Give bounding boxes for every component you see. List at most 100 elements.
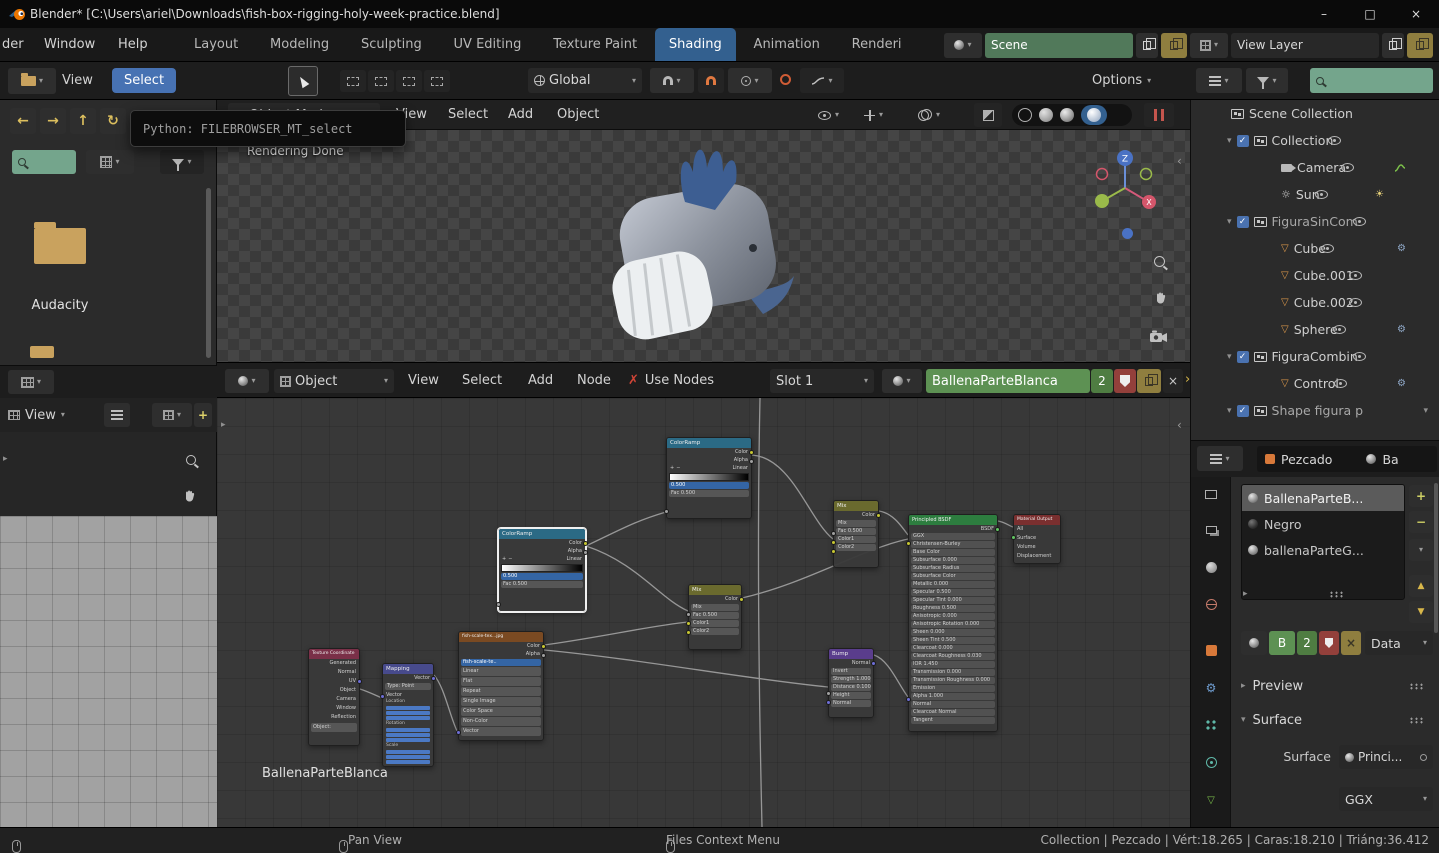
node-row[interactable]: Sheen 0.000 — [911, 629, 995, 636]
remove-stop-button[interactable]: − — [508, 555, 512, 563]
breadcrumb[interactable]: Pezcado Ba — [1257, 446, 1437, 472]
scrollbar[interactable] — [1434, 483, 1438, 633]
select-mode-new-button[interactable] — [340, 70, 366, 92]
node-row[interactable]: Vector — [461, 727, 541, 736]
hand-icon[interactable] — [182, 488, 198, 504]
node-row[interactable]: Window — [309, 704, 359, 713]
camera-view-dot[interactable] — [1122, 228, 1133, 239]
node-row[interactable]: GGX — [911, 533, 995, 540]
expand-caret-icon[interactable] — [1227, 136, 1232, 146]
outliner-row-cube-002[interactable]: Cube.002 — [1191, 289, 1439, 316]
expand-arrow-icon[interactable] — [221, 420, 226, 430]
browse-material-button[interactable] — [1241, 631, 1267, 655]
node-row[interactable]: Specular Tint 0.000 — [911, 597, 995, 604]
output-port[interactable] — [739, 597, 744, 602]
snap-toggle-button[interactable] — [698, 68, 724, 93]
new-scene-button[interactable] — [1136, 33, 1158, 58]
outliner-row-collection[interactable]: Collection — [1191, 127, 1439, 154]
node-row[interactable]: Alpha 1.000 — [911, 693, 995, 700]
input-port[interactable] — [664, 509, 669, 514]
node-bump[interactable]: Bump Normal InvertStrength 1.000Distance… — [828, 648, 874, 718]
folder-icon[interactable] — [30, 346, 54, 358]
camera-icon[interactable] — [1149, 330, 1169, 343]
transform-orientation-dropdown[interactable]: Global — [528, 68, 642, 93]
fac-input[interactable]: Fac 0.500 — [501, 581, 583, 588]
refresh-button[interactable]: ↻ — [100, 108, 126, 134]
proportional-editing-icon[interactable] — [780, 74, 791, 85]
interpolation-dropdown[interactable]: Linear — [514, 555, 582, 563]
collection-checkbox[interactable] — [1237, 351, 1249, 363]
viewport-select-menu[interactable]: Select — [448, 100, 488, 129]
filebrowser-select-menu[interactable]: Select — [112, 68, 176, 93]
delete-scene-button[interactable] — [1161, 33, 1187, 58]
tab-physics[interactable] — [1191, 749, 1231, 775]
tab-animation[interactable]: Animation — [740, 28, 834, 61]
node-editor-canvas[interactable]: ‹ ColorRamp Color Alpha + − Linear 0.500… — [217, 398, 1190, 827]
eye-icon[interactable] — [1328, 136, 1341, 145]
output-port[interactable] — [876, 513, 881, 518]
tab-object-data[interactable] — [1191, 787, 1231, 813]
zoom-icon[interactable] — [186, 455, 196, 465]
expand-arrow-icon[interactable] — [3, 454, 8, 464]
node-row[interactable]: Subsurface Color — [911, 573, 995, 580]
preview-section-header[interactable]: Preview — [1241, 673, 1433, 699]
options-menu[interactable]: Options — [1092, 62, 1151, 99]
node-row[interactable]: Normal — [911, 701, 995, 708]
scrollbar[interactable] — [206, 188, 211, 358]
eye-icon[interactable] — [1349, 298, 1362, 307]
material-users-button[interactable]: 2 — [1091, 369, 1113, 393]
node-mix[interactable]: Mix Color MixFac 0.500Color1Color2 — [833, 500, 879, 568]
material-slot[interactable]: Negro — [1242, 511, 1404, 537]
remove-stop-button[interactable]: − — [676, 464, 680, 472]
slot-specials-button[interactable] — [1409, 539, 1433, 561]
node-row[interactable]: Height — [831, 692, 871, 699]
properties-editor-type-button[interactable] — [1197, 446, 1243, 471]
input-port[interactable] — [380, 694, 385, 699]
input-port[interactable] — [456, 730, 461, 735]
value-slider[interactable] — [386, 750, 430, 754]
outliner-row-control[interactable]: Control — [1191, 370, 1439, 397]
fake-user-button[interactable] — [1114, 369, 1136, 393]
tab-scene[interactable] — [1191, 554, 1231, 580]
new-image-button[interactable]: + — [194, 403, 212, 427]
shader-view-menu[interactable]: View — [408, 363, 439, 398]
material-slot[interactable]: ballenaParteG... — [1242, 537, 1404, 563]
value-slider[interactable] — [386, 711, 430, 715]
node-row[interactable]: Generated — [309, 659, 359, 668]
input-port[interactable] — [826, 691, 831, 696]
shader-add-menu[interactable]: Add — [528, 363, 553, 398]
node-header[interactable]: Mapping — [383, 664, 433, 674]
node-row[interactable]: Strength 1.000 — [831, 676, 871, 683]
ramp-position-slider[interactable]: 0.500 — [669, 482, 749, 489]
tab-view-layer[interactable] — [1191, 517, 1231, 543]
node-row[interactable]: Color2 — [691, 628, 739, 635]
value-slider[interactable] — [386, 760, 430, 764]
node-row[interactable]: Transmission Roughness 0.000 — [911, 677, 995, 684]
outliner-row-cube-001[interactable]: Cube.001 — [1191, 262, 1439, 289]
color-ramp-gradient[interactable] — [501, 564, 583, 572]
selectability-dropdown[interactable] — [818, 103, 839, 127]
scene-name-field[interactable]: Scene — [985, 33, 1133, 58]
node-header[interactable]: Material Output — [1014, 515, 1060, 525]
distribution-dropdown[interactable]: GGX — [1339, 787, 1433, 811]
material-name-field[interactable]: B — [1269, 631, 1295, 655]
add-stop-button[interactable]: + — [502, 555, 506, 563]
menu-hamburger-button[interactable] — [104, 403, 130, 427]
shader-node-menu[interactable]: Node — [577, 363, 611, 398]
material-shading-icon[interactable] — [1060, 108, 1074, 122]
filebrowser-view-menu[interactable]: View — [62, 62, 93, 99]
ramp-position-slider[interactable]: 0.500 — [501, 573, 583, 580]
node-row[interactable]: Emission — [911, 685, 995, 692]
node-header[interactable]: fish-scale-tex...jpg — [459, 632, 543, 642]
output-port[interactable] — [541, 653, 546, 658]
node-row[interactable]: Reflection — [309, 713, 359, 722]
select-mode-subtract-button[interactable] — [396, 70, 422, 92]
viewport-canvas[interactable]: Rendering Done — [217, 130, 1190, 362]
collection-checkbox[interactable] — [1237, 405, 1249, 417]
output-port[interactable] — [749, 459, 754, 464]
use-nodes-checkbox[interactable]: ✗ Use Nodes — [628, 363, 714, 398]
value-slider[interactable] — [386, 738, 430, 742]
node-header[interactable]: Principled BSDF — [909, 515, 997, 525]
output-port[interactable] — [871, 661, 876, 666]
input-port[interactable] — [906, 541, 911, 546]
